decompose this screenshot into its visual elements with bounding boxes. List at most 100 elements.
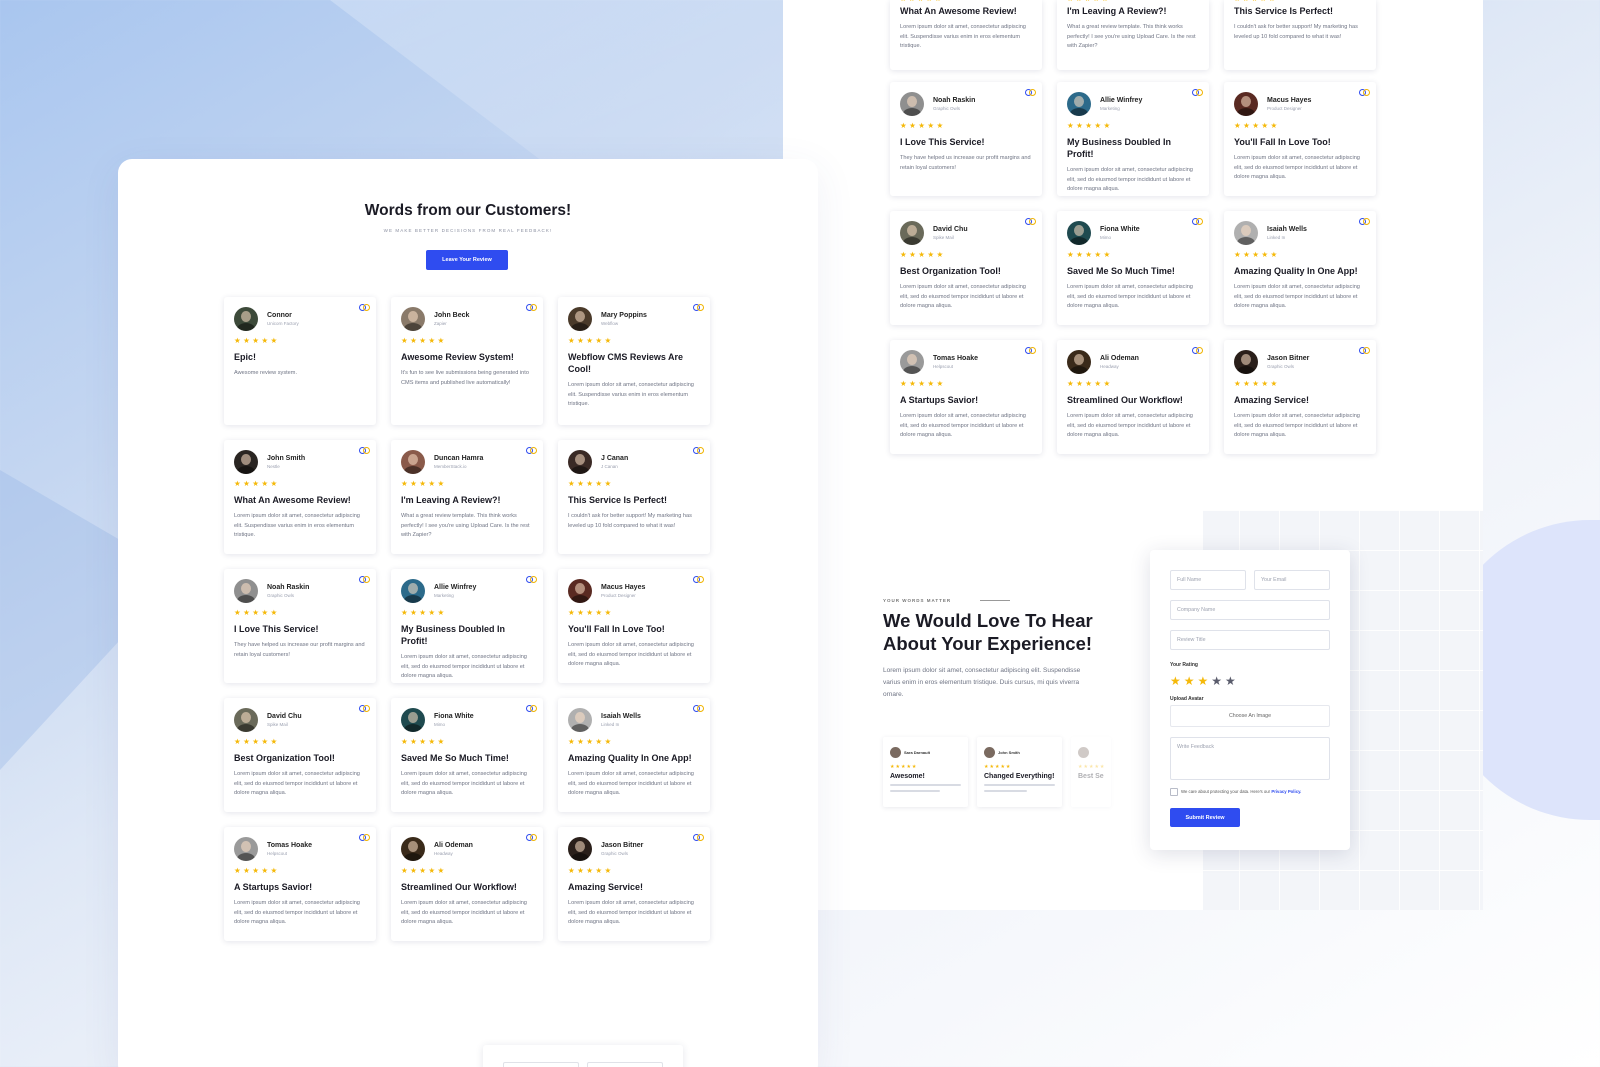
reviewer-company: Mimo bbox=[434, 722, 445, 727]
reviewer-name: J Canan bbox=[601, 455, 629, 462]
reviewer-header: Noah Raskin Graphic Owls bbox=[234, 579, 366, 603]
rating-stars: ★★★★★ bbox=[1078, 764, 1106, 770]
form-preview-card bbox=[483, 1045, 683, 1067]
reviewer-header: John Beck Zapier bbox=[401, 307, 533, 331]
reviewer-info: Tomas Hoake Helpscout bbox=[267, 842, 312, 856]
review-title: Saved Me So Much Time! bbox=[401, 753, 509, 763]
reviewer-header: Tomas Hoake Helpscout bbox=[900, 350, 1032, 374]
review-title: Streamlined Our Workflow! bbox=[401, 882, 517, 892]
reviewer-name: John Smith bbox=[267, 455, 306, 462]
review-title: Epic! bbox=[234, 352, 257, 362]
text-line bbox=[890, 784, 961, 786]
reviewer-name: Duncan Hamra bbox=[434, 455, 484, 462]
review-card: Duncan Hamra MemberStack.io ★★★★★ I'm Leavi… bbox=[391, 440, 543, 554]
review-text: Lorem ipsum dolor sit amet, consectetur … bbox=[401, 654, 527, 679]
brand-logo-icon bbox=[359, 304, 370, 311]
reviewer-name: Fiona White bbox=[1100, 226, 1140, 233]
rating-stars: ★★★★★ bbox=[1234, 121, 1280, 130]
brand-logo-icon bbox=[359, 576, 370, 583]
mini-review-title: Awesome! bbox=[890, 773, 925, 780]
leave-review-button[interactable]: Leave Your Review bbox=[426, 250, 508, 270]
review-text: Lorem ipsum dolor sit amet, consectetur … bbox=[568, 642, 694, 667]
feedback-textarea[interactable]: Write Feedback bbox=[1170, 737, 1330, 780]
rating-stars-filled[interactable]: ★★★ bbox=[1170, 674, 1211, 688]
brand-logo-icon bbox=[359, 705, 370, 712]
avatar bbox=[1234, 92, 1258, 116]
left-page-panel: Words from our Customers! WE MAKE BETTER… bbox=[118, 159, 818, 1067]
rating-input[interactable]: ★★★★★ bbox=[1170, 674, 1239, 688]
reviewer-info: Fiona White Mimo bbox=[1100, 226, 1140, 240]
brand-logo-icon bbox=[526, 705, 537, 712]
rating-stars: ★★★★★ bbox=[568, 737, 614, 746]
reviewer-header: Fiona White Mimo bbox=[1067, 221, 1199, 245]
reviewer-info: John Beck Zapier bbox=[434, 312, 469, 326]
review-text: I couldn't ask for better support! My ma… bbox=[568, 513, 692, 529]
reviewer-info: Jason Bitner Graphic Owls bbox=[1267, 355, 1309, 369]
review-title: Streamlined Our Workflow! bbox=[1067, 395, 1183, 405]
reviewer-info: Fiona White Mimo bbox=[434, 713, 474, 727]
mini-review-name: Sara Darnault bbox=[904, 750, 931, 756]
rating-stars: ★★★★★ bbox=[1234, 0, 1366, 4]
review-card: Ali Odeman Headway ★★★★★ Streamlined Our Wo… bbox=[391, 827, 543, 941]
avatar bbox=[234, 579, 258, 603]
rating-stars: ★★★★★ bbox=[984, 764, 1012, 770]
brand-logo-icon bbox=[1359, 218, 1370, 225]
avatar bbox=[234, 307, 258, 331]
review-title: This Service Is Perfect! bbox=[568, 495, 668, 505]
privacy-policy-link[interactable]: Privacy Policy. bbox=[1271, 789, 1301, 794]
reviewer-name: Fiona White bbox=[434, 713, 474, 720]
reviewer-name: Ali Odeman bbox=[434, 842, 473, 849]
reviewer-company: Graphic Owls bbox=[933, 106, 961, 111]
review-title-input[interactable]: Review Title bbox=[1170, 630, 1330, 650]
avatar bbox=[234, 708, 258, 732]
reviewer-header: Mary Poppins Webflow bbox=[568, 307, 700, 331]
reviewer-name: Ali Odeman bbox=[1100, 355, 1139, 362]
privacy-notice: We care about protecting your data. Here… bbox=[1181, 789, 1301, 794]
review-card: Jason Bitner Graphic Owls ★★★★★ Amazing Ser… bbox=[558, 827, 710, 941]
review-card: Macus Hayes Product Designer ★★★★★ You'll F… bbox=[1224, 82, 1376, 196]
review-card: Allie Winfrey Marketing ★★★★★ My Business D… bbox=[391, 569, 543, 683]
brand-logo-icon bbox=[1192, 89, 1203, 96]
review-title: Amazing Service! bbox=[568, 882, 644, 892]
rating-stars-empty[interactable]: ★★ bbox=[1211, 674, 1239, 688]
privacy-checkbox[interactable] bbox=[1170, 788, 1178, 796]
reviewer-company: Mimo bbox=[1100, 235, 1111, 240]
reviewer-info: Jason Bitner Graphic Owls bbox=[601, 842, 643, 856]
avatar bbox=[1067, 92, 1091, 116]
review-text: Lorem ipsum dolor sit amet, consectetur … bbox=[234, 771, 360, 796]
reviewer-name: David Chu bbox=[933, 226, 968, 233]
review-card: Mary Poppins Webflow ★★★★★ Webflow CMS Revi… bbox=[558, 297, 710, 425]
review-title: Amazing Service! bbox=[1234, 395, 1310, 405]
review-title: What An Awesome Review! bbox=[900, 6, 1017, 16]
review-text: I couldn't ask for better support! My ma… bbox=[1234, 24, 1358, 40]
reviewer-header: John Smith Nestle bbox=[234, 450, 366, 474]
reviewer-company: Headway bbox=[434, 851, 453, 856]
rating-stars: ★★★★★ bbox=[1067, 379, 1113, 388]
company-name-input[interactable]: Company Name bbox=[1170, 600, 1330, 620]
review-text: They have helped us increase our profit … bbox=[900, 155, 1031, 171]
reviewer-header: David Chu Spike Mail bbox=[234, 708, 366, 732]
input-preview bbox=[587, 1062, 663, 1067]
rating-stars: ★★★★★ bbox=[890, 764, 918, 770]
brand-logo-icon bbox=[1025, 89, 1036, 96]
email-input[interactable]: Your Email bbox=[1254, 570, 1330, 590]
avatar bbox=[900, 350, 924, 374]
review-text: What a great review template. This think… bbox=[1067, 24, 1196, 49]
reviewer-header: Tomas Hoake Helpscout bbox=[234, 837, 366, 861]
privacy-text: We care about protecting your data. Here… bbox=[1181, 789, 1271, 794]
review-text: Lorem ipsum dolor sit amet, consectetur … bbox=[1067, 284, 1193, 309]
reviewer-info: Duncan Hamra MemberStack.io bbox=[434, 455, 483, 469]
upload-avatar-button[interactable]: Choose An Image bbox=[1170, 705, 1330, 727]
reviewer-header: Ali Odeman Headway bbox=[401, 837, 533, 861]
review-text: Awesome review system. bbox=[234, 370, 298, 376]
review-title: My Business Doubled In Profit! bbox=[1067, 137, 1172, 159]
reviewer-name: Mary Poppins bbox=[601, 312, 647, 319]
full-name-input[interactable]: Full Name bbox=[1170, 570, 1246, 590]
review-form: Full Name Your Email Company Name Review… bbox=[1150, 550, 1350, 850]
reviewer-name: Noah Raskin bbox=[267, 584, 310, 591]
reviewer-header: Jason Bitner Graphic Owls bbox=[568, 837, 700, 861]
brand-logo-icon bbox=[1192, 347, 1203, 354]
review-card: Macus Hayes Product Designer ★★★★★ You'll F… bbox=[558, 569, 710, 683]
avatar bbox=[900, 92, 924, 116]
submit-review-button[interactable]: Submit Review bbox=[1170, 808, 1240, 827]
